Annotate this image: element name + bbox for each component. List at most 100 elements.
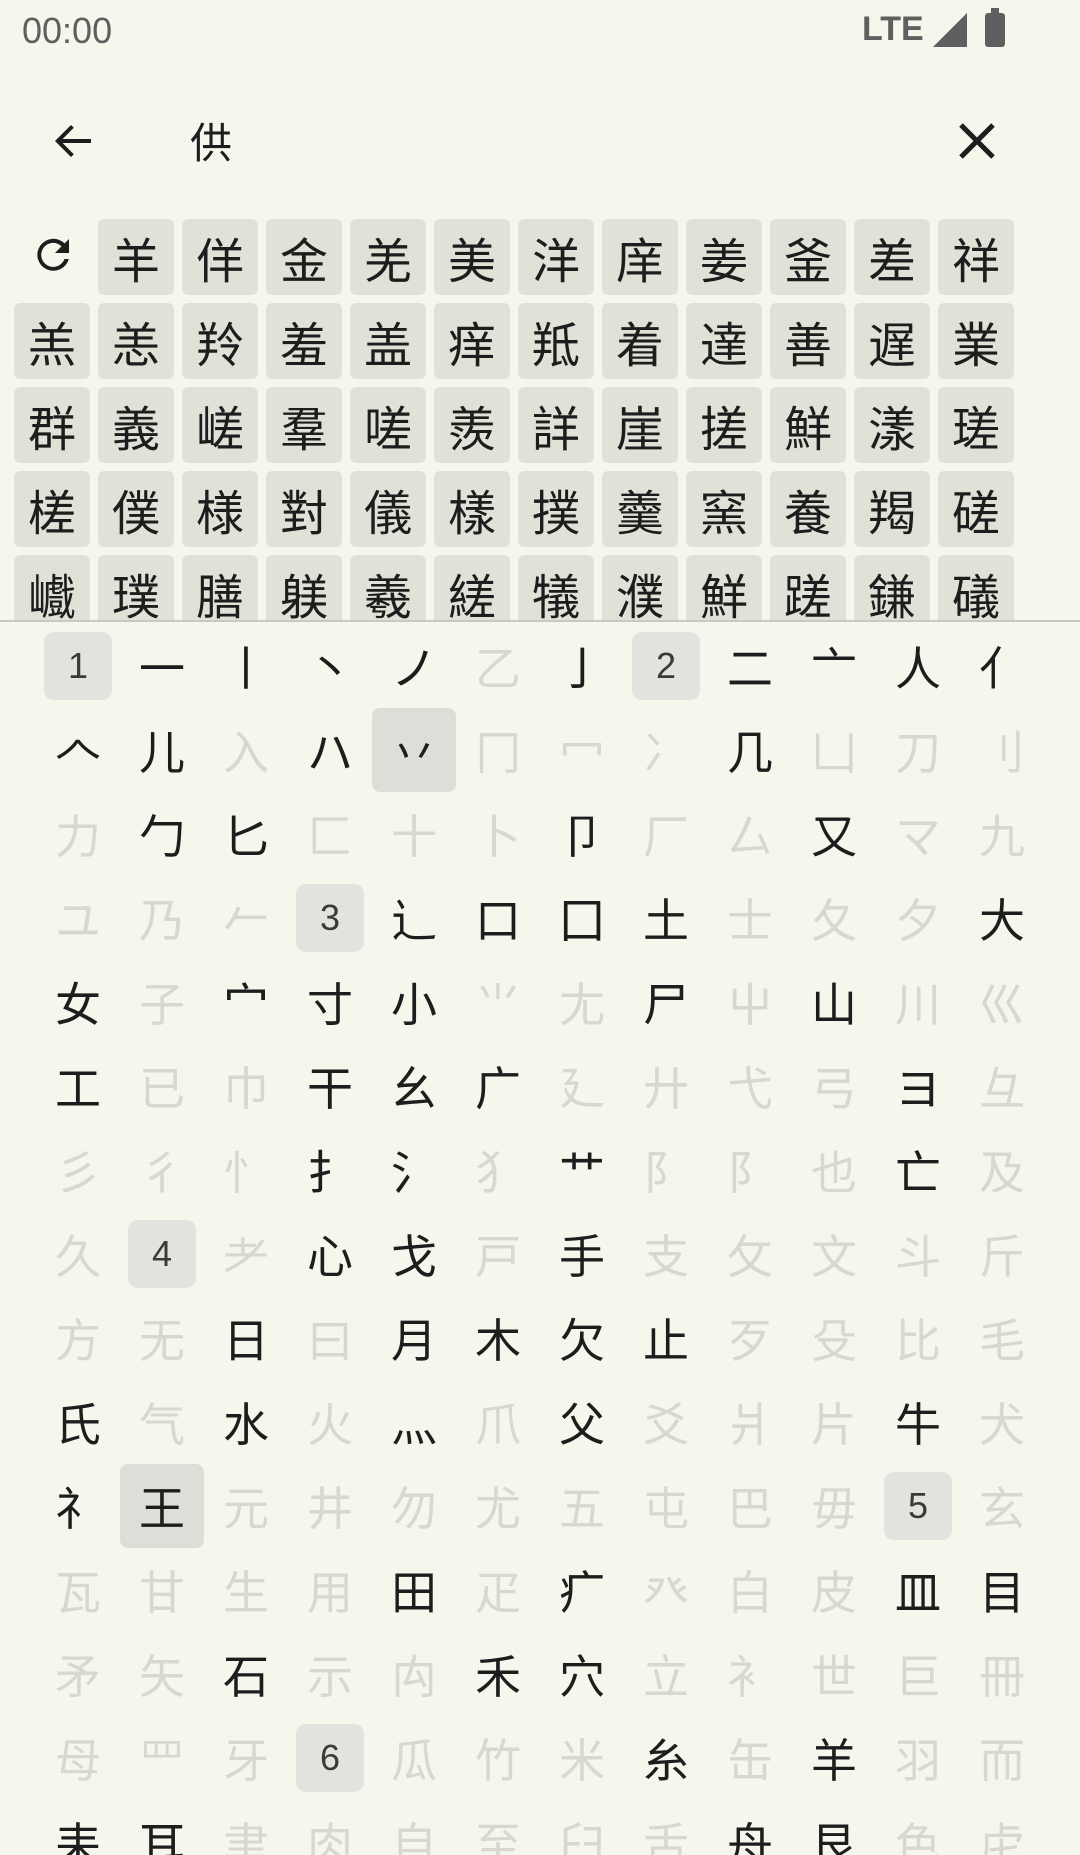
result-kanji[interactable]: 躾 [266, 555, 342, 620]
radical-key[interactable]: ⺖ [212, 1136, 280, 1204]
radical-key[interactable]: 瓦 [44, 1556, 112, 1624]
radical-key[interactable]: 尸 [632, 968, 700, 1036]
result-kanji[interactable]: 蹉 [770, 555, 846, 620]
radical-key[interactable]: 扌 [296, 1136, 364, 1204]
radical-key[interactable]: 片 [800, 1388, 868, 1456]
radical-key[interactable]: 父 [548, 1388, 616, 1456]
refresh-button[interactable] [18, 218, 88, 292]
radical-key[interactable]: 寸 [296, 968, 364, 1036]
radical-key[interactable]: 氏 [44, 1388, 112, 1456]
result-kanji[interactable]: 礒 [938, 555, 1014, 620]
radical-key[interactable]: 止 [632, 1304, 700, 1372]
radical-key[interactable]: マ [884, 800, 952, 868]
radical-key[interactable]: ユ [44, 884, 112, 952]
radical-key[interactable]: 宀 [212, 968, 280, 1036]
radical-key[interactable]: 缶 [716, 1724, 784, 1792]
result-kanji[interactable]: 美 [434, 219, 510, 295]
radical-key[interactable]: 臼 [548, 1808, 616, 1855]
radical-key[interactable]: 一 [128, 632, 196, 700]
radical-key[interactable]: 石 [212, 1640, 280, 1708]
radical-key[interactable]: 世 [800, 1640, 868, 1708]
radical-key[interactable]: 夕 [884, 884, 952, 952]
radical-key[interactable]: 禸 [380, 1640, 448, 1708]
radical-key[interactable]: 目 [968, 1556, 1036, 1624]
radical-key[interactable]: 玄 [968, 1472, 1036, 1540]
radical-key[interactable]: 虍 [968, 1808, 1036, 1855]
radical-key[interactable]: 𠂉 [212, 884, 280, 952]
radical-key[interactable]: 匚 [296, 800, 364, 868]
radical-key[interactable]: 彳 [128, 1136, 196, 1204]
radical-key[interactable]: 皿 [884, 1556, 952, 1624]
radical-key[interactable]: 又 [800, 800, 868, 868]
radical-key[interactable]: 王 [120, 1464, 204, 1548]
radical-key[interactable]: 也 [800, 1136, 868, 1204]
radical-key[interactable]: 丶 [296, 632, 364, 700]
radical-key[interactable]: 日 [212, 1304, 280, 1372]
radical-key[interactable]: 亻 [968, 632, 1036, 700]
result-kanji[interactable]: 嗟 [350, 387, 426, 463]
radical-key[interactable]: 色 [884, 1808, 952, 1855]
radical-key[interactable]: 乃 [128, 884, 196, 952]
radical-key[interactable]: 糸 [632, 1724, 700, 1792]
radical-key[interactable]: 弓 [800, 1052, 868, 1120]
radical-key[interactable]: 亅 [548, 632, 616, 700]
result-kanji[interactable]: 濮 [602, 555, 678, 620]
radical-key[interactable]: 广 [464, 1052, 532, 1120]
radical-key[interactable]: 五 [548, 1472, 616, 1540]
result-kanji[interactable]: 鮮 [686, 555, 762, 620]
radical-key[interactable]: 九 [968, 800, 1036, 868]
radical-key[interactable]: 彑 [968, 1052, 1036, 1120]
radical-key[interactable]: 羽 [884, 1724, 952, 1792]
radical-key[interactable]: 罒 [128, 1724, 196, 1792]
radical-key[interactable]: 文 [800, 1220, 868, 1288]
radical-key[interactable]: 斤 [968, 1220, 1036, 1288]
radical-key[interactable]: 至 [464, 1808, 532, 1855]
radical-key[interactable]: 示 [296, 1640, 364, 1708]
radical-key[interactable]: 廴 [548, 1052, 616, 1120]
radical-key[interactable]: 干 [296, 1052, 364, 1120]
radical-key[interactable]: 比 [884, 1304, 952, 1372]
radical-key[interactable]: 久 [44, 1220, 112, 1288]
result-kanji[interactable]: 搓 [686, 387, 762, 463]
radical-key[interactable]: 囗 [548, 884, 616, 952]
result-kanji[interactable]: 羝 [518, 303, 594, 379]
result-kanji[interactable]: 縒 [434, 555, 510, 620]
radical-key[interactable]: 尢 [548, 968, 616, 1036]
radical-key[interactable]: 阝 [716, 1136, 784, 1204]
radical-key[interactable]: 屯 [632, 1472, 700, 1540]
radical-key[interactable]: 儿 [128, 716, 196, 784]
result-kanji[interactable]: 槎 [14, 471, 90, 547]
radical-key[interactable]: 屮 [716, 968, 784, 1036]
radical-key[interactable]: 甘 [128, 1556, 196, 1624]
radical-key[interactable]: 二 [716, 632, 784, 700]
back-button[interactable] [36, 104, 110, 178]
result-kanji[interactable]: 着 [602, 303, 678, 379]
radical-key[interactable]: 戈 [380, 1220, 448, 1288]
result-kanji[interactable]: 僕 [98, 471, 174, 547]
radical-key[interactable]: 羊 [800, 1724, 868, 1792]
radical-key[interactable]: 疋 [464, 1556, 532, 1624]
radical-key[interactable]: 牙 [212, 1724, 280, 1792]
radical-key[interactable]: 戸 [464, 1220, 532, 1288]
radical-key[interactable]: 犬 [968, 1388, 1036, 1456]
radical-key[interactable]: 巾 [212, 1052, 280, 1120]
radical-key[interactable]: 人 [884, 632, 952, 700]
radical-key[interactable]: 水 [212, 1388, 280, 1456]
radical-key[interactable]: 斗 [884, 1220, 952, 1288]
result-kanji[interactable]: 詳 [518, 387, 594, 463]
radical-key[interactable]: ⺌ [464, 968, 532, 1036]
radical-key[interactable]: 冖 [548, 716, 616, 784]
result-kanji[interactable]: 羹 [602, 471, 678, 547]
radical-key[interactable]: 手 [548, 1220, 616, 1288]
radical-key[interactable]: ノ [380, 632, 448, 700]
radical-key[interactable]: 及 [968, 1136, 1036, 1204]
result-kanji[interactable]: 盖 [350, 303, 426, 379]
radical-key[interactable]: ⻌ [380, 884, 448, 952]
radical-key[interactable]: 耳 [128, 1808, 196, 1855]
radical-key[interactable]: 弋 [716, 1052, 784, 1120]
radical-key[interactable]: 土 [632, 884, 700, 952]
radical-key[interactable]: 小 [380, 968, 448, 1036]
radical-key[interactable]: 立 [632, 1640, 700, 1708]
result-kanji[interactable]: 羔 [14, 303, 90, 379]
radical-key[interactable]: 冫 [632, 716, 700, 784]
